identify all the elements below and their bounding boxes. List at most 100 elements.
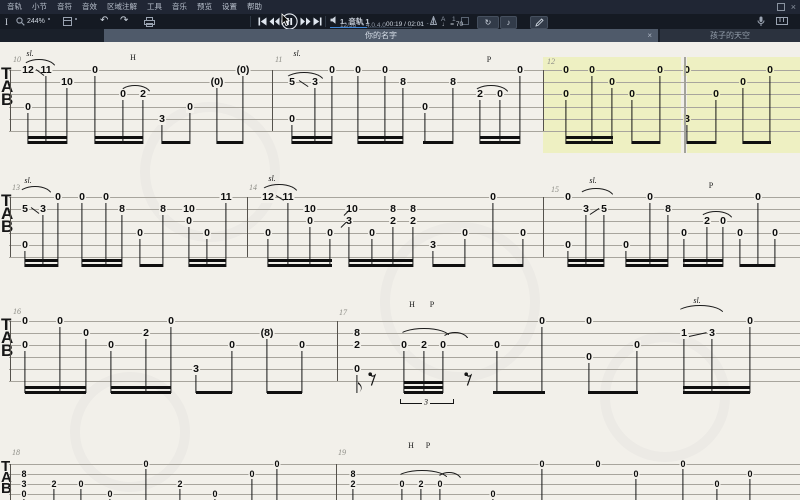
tab-note[interactable]: 0 — [106, 490, 113, 499]
tab-note[interactable]: 0 — [680, 228, 688, 239]
tab-note[interactable]: 8 — [409, 204, 417, 215]
edit-cursor-tool[interactable]: I — [5, 17, 8, 27]
tab-note[interactable]: 5 — [600, 204, 608, 215]
tab-note[interactable]: 3 — [39, 204, 47, 215]
tab-note[interactable]: 0 — [746, 316, 754, 327]
zoom-value[interactable]: 244% — [27, 18, 45, 25]
tab-note[interactable]: 0 — [489, 490, 496, 499]
tab-note[interactable]: 3 — [20, 480, 27, 489]
tab-note[interactable]: 2 — [409, 216, 417, 227]
tab-note[interactable]: 8 — [20, 470, 27, 479]
redo-icon[interactable]: ↷ — [120, 15, 128, 26]
tab-note[interactable]: 0 — [326, 228, 334, 239]
score-page[interactable]: TAB101112121101000230(0)(0)5300008082000… — [0, 42, 800, 500]
tab-note[interactable]: 8 — [389, 204, 397, 215]
fullscreen-icon[interactable] — [777, 3, 785, 11]
undo-icon[interactable]: ↶ — [100, 15, 108, 26]
tab-note[interactable]: 0 — [538, 316, 546, 327]
tab-note[interactable]: 0 — [519, 228, 527, 239]
close-tab-icon[interactable]: × — [647, 29, 652, 42]
tab-note[interactable]: 0 — [562, 89, 570, 100]
tab-note[interactable]: 0 — [91, 65, 99, 76]
tab-note[interactable]: 2 — [417, 480, 424, 489]
tab-note[interactable]: 0 — [628, 89, 636, 100]
tab-note[interactable]: 10 — [60, 77, 74, 88]
tab-note[interactable]: 0 — [538, 460, 545, 469]
tab-note[interactable]: 2 — [142, 328, 150, 339]
tab-note[interactable]: 3 — [192, 364, 200, 375]
menu-item[interactable]: 设置 — [217, 0, 242, 14]
tab-note[interactable]: 10 — [303, 204, 317, 215]
tab-note[interactable]: 0 — [211, 490, 218, 499]
menu-item[interactable]: 音效 — [77, 0, 102, 14]
tab-note[interactable]: 2 — [420, 340, 428, 351]
tab-note[interactable]: 0 — [679, 460, 686, 469]
tab-note[interactable]: 8 — [353, 328, 361, 339]
tab-note[interactable]: 0 — [564, 240, 572, 251]
tab-note[interactable]: 0 — [713, 480, 720, 489]
tab-note[interactable]: 0 — [421, 102, 429, 113]
tab-note[interactable]: 0 — [56, 316, 64, 327]
tab-note[interactable]: 0 — [461, 228, 469, 239]
tab-note[interactable]: 0 — [746, 470, 753, 479]
tab-note[interactable]: 0 — [102, 192, 110, 203]
tab-note[interactable]: 0 — [185, 216, 193, 227]
tab-note[interactable]: 0 — [167, 316, 175, 327]
tab-note[interactable]: 0 — [136, 228, 144, 239]
menu-item[interactable]: 音轨 — [2, 0, 27, 14]
tab-note[interactable]: (8) — [260, 328, 275, 339]
tab-note[interactable]: 2 — [176, 480, 183, 489]
tab-note[interactable]: 0 — [646, 192, 654, 203]
tab-note[interactable]: (0) — [210, 77, 225, 88]
tab-note[interactable]: 0 — [228, 340, 236, 351]
tab-note[interactable]: 0 — [264, 228, 272, 239]
tab-note[interactable]: 8 — [349, 470, 356, 479]
tab-note[interactable]: 0 — [20, 490, 27, 499]
tab-note[interactable]: 0 — [381, 65, 389, 76]
menu-item[interactable]: 帮助 — [242, 0, 267, 14]
menu-item[interactable]: 音符 — [52, 0, 77, 14]
loop-button[interactable]: ↻ — [477, 16, 499, 29]
tab-note[interactable]: 0 — [489, 192, 497, 203]
tab-note[interactable]: 0 — [754, 192, 762, 203]
tab-note[interactable]: 10 — [182, 204, 196, 215]
close-window-icon[interactable]: × — [791, 0, 796, 14]
tab-note[interactable]: 0 — [203, 228, 211, 239]
tab-note[interactable]: 0 — [21, 240, 29, 251]
tab-note[interactable]: 0 — [142, 460, 149, 469]
menu-item[interactable]: 区域注解 — [102, 0, 142, 14]
menu-item[interactable]: 小节 — [27, 0, 52, 14]
tab-note[interactable]: 0 — [564, 192, 572, 203]
tab-note[interactable]: 8 — [159, 204, 167, 215]
tab-note[interactable]: 3 — [158, 114, 166, 125]
tab-note[interactable]: 0 — [107, 340, 115, 351]
tab-note[interactable]: 0 — [78, 192, 86, 203]
tab-note[interactable]: 11 — [219, 192, 232, 203]
tab-note[interactable]: 8 — [399, 77, 407, 88]
tab-note[interactable]: 0 — [21, 316, 29, 327]
tab-note[interactable]: 0 — [736, 228, 744, 239]
tab-note[interactable]: 0 — [633, 340, 641, 351]
tab-note[interactable]: 0 — [585, 352, 593, 363]
tab-note[interactable]: 0 — [398, 480, 405, 489]
tab-note[interactable]: 8 — [664, 204, 672, 215]
menu-item[interactable]: 工具 — [142, 0, 167, 14]
tab-note[interactable]: 0 — [436, 480, 443, 489]
tab-note[interactable]: 0 — [739, 77, 747, 88]
tab-note[interactable]: 2 — [349, 480, 356, 489]
tab-note[interactable]: 0 — [248, 470, 255, 479]
tab-note[interactable]: 0 — [353, 364, 361, 375]
tab-note[interactable]: 8 — [449, 77, 457, 88]
tab-note[interactable]: 0 — [77, 480, 84, 489]
tab-note[interactable]: 0 — [273, 460, 280, 469]
tab-note[interactable]: 0 — [766, 65, 774, 76]
tab-note[interactable]: 0 — [306, 216, 314, 227]
tab-note[interactable]: 0 — [622, 240, 630, 251]
tab-note[interactable]: 0 — [354, 65, 362, 76]
tempo-indicator[interactable]: ♩ = 70 — [442, 21, 463, 28]
tab-note[interactable]: 0 — [656, 65, 664, 76]
tab-note[interactable]: 2 — [353, 340, 361, 351]
tab-note[interactable]: 0 — [562, 65, 570, 76]
tab-note[interactable]: 0 — [328, 65, 336, 76]
tab-note[interactable]: 0 — [82, 328, 90, 339]
